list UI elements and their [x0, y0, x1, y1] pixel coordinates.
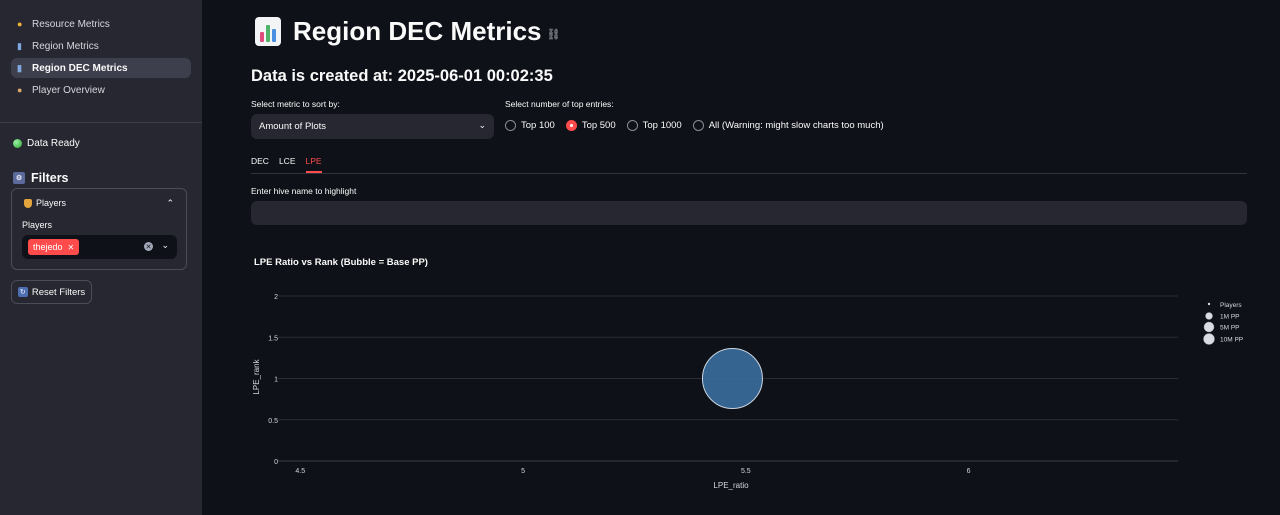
legend-entry: 5M PP — [1220, 325, 1240, 332]
player-tag-label: thejedo — [33, 242, 63, 252]
sidebar-nav: ● Resource Metrics ▮ Region Metrics ▮ Re… — [0, 0, 202, 100]
legend-title: Players — [1220, 302, 1242, 309]
lpe-scatter-chart: LPE Ratio vs Rank (Bubble = Base PP) 0 0.… — [252, 257, 1243, 490]
x-tick-label: 6 — [967, 468, 971, 475]
page-title-row: Region DEC Metrics ⛓ — [255, 16, 560, 47]
reset-filters-label: Reset Filters — [31, 286, 86, 298]
y-tick-label: 0.5 — [268, 418, 278, 425]
yellow-circle-icon: ● — [17, 19, 23, 29]
refresh-icon: ↻ — [17, 287, 28, 297]
x-tick-label: 5 — [521, 468, 525, 475]
x-axis-ticks: 4.5 5 5.5 6 — [295, 468, 970, 475]
data-created-heading: Data is created at: 2025-06-01 00:02:35 — [251, 67, 553, 85]
sort-metric-label: Select metric to sort by: — [251, 99, 340, 109]
nav-item-label: Region DEC Metrics — [32, 62, 128, 74]
y-tick-label: 1 — [274, 377, 278, 384]
x-tick-label: 5.5 — [741, 468, 751, 475]
top-entries-radio-group: Top 100 Top 500 Top 1000 All (Warning: m… — [505, 120, 895, 131]
nav-item-label: Resource Metrics — [32, 18, 110, 30]
chevron-down-icon[interactable]: ⌄ — [161, 240, 169, 251]
legend-marker — [1207, 302, 1211, 306]
chart-legend: Players 1M PP 5M PP 10M PP — [1203, 302, 1243, 345]
green-circle-icon — [13, 139, 22, 148]
radio-label: Top 100 — [521, 120, 555, 131]
highlight-label: Enter hive name to highlight — [251, 186, 357, 196]
people-icon: ● — [17, 85, 23, 95]
data-status-label: Data Ready — [27, 138, 80, 149]
nav-item-region-metrics[interactable]: ▮ Region Metrics — [11, 36, 191, 56]
radio-top-100[interactable]: Top 100 — [505, 120, 555, 131]
sort-metric-select[interactable]: Amount of Plots ⌄ — [251, 114, 494, 139]
radio-circle-selected — [565, 120, 577, 131]
y-axis-label: LPE_rank — [252, 358, 261, 394]
clear-icon[interactable]: ✕ — [144, 242, 153, 251]
radio-label: All (Warning: might slow charts too much… — [708, 120, 884, 131]
chevron-down-icon: ⌄ — [478, 120, 486, 130]
y-tick-label: 1.5 — [268, 335, 278, 342]
sidebar: ● Resource Metrics ▮ Region Metrics ▮ Re… — [0, 0, 202, 515]
nav-item-resource-metrics[interactable]: ● Resource Metrics — [11, 14, 191, 34]
chart-title: LPE Ratio vs Rank (Bubble = Base PP) — [254, 257, 428, 268]
y-tick-label: 0 — [274, 459, 278, 466]
players-expander: Players ⌃ Players thejedo ✕ ✕ ⌄ — [11, 188, 187, 270]
radio-label: Top 1000 — [642, 120, 682, 131]
bar-chart-icon — [255, 17, 281, 46]
radio-all[interactable]: All (Warning: might slow charts too much… — [692, 120, 884, 131]
radio-label: Top 500 — [581, 120, 616, 131]
metric-tabs: DEC LCE LPE — [251, 155, 1247, 174]
tab-lce[interactable]: LCE — [279, 155, 296, 173]
filters-heading: ⚙ Filters — [13, 171, 202, 185]
nav-item-label: Region Metrics — [32, 40, 99, 52]
reset-filters-button[interactable]: ↻ Reset Filters — [11, 280, 92, 304]
radio-circle — [626, 120, 638, 131]
legend-entry: 1M PP — [1220, 314, 1240, 321]
shield-icon — [24, 198, 32, 208]
nav-item-player-overview[interactable]: ● Player Overview — [11, 80, 191, 100]
players-expander-header[interactable]: Players ⌃ — [12, 189, 186, 217]
x-tick-label: 4.5 — [295, 468, 305, 475]
hive-highlight-input[interactable] — [251, 201, 1247, 225]
y-axis-ticks: 0 0.5 1 1.5 2 — [268, 294, 278, 466]
control-knobs-icon: ⚙ — [13, 172, 25, 184]
filters-title: Filters — [31, 171, 69, 185]
legend-marker — [1203, 333, 1215, 345]
bar-chart-icon: ▮ — [17, 40, 22, 51]
nav-item-region-dec-metrics[interactable]: ▮ Region DEC Metrics — [11, 58, 191, 78]
tab-dec[interactable]: DEC — [251, 155, 269, 173]
nav-item-label: Player Overview — [32, 84, 105, 96]
y-tick-label: 2 — [274, 294, 278, 301]
players-label: Players — [22, 220, 53, 230]
top-entries-label: Select number of top entries: — [505, 99, 614, 109]
radio-circle — [692, 120, 704, 131]
page-title: Region DEC Metrics — [293, 16, 542, 46]
legend-entry: 10M PP — [1220, 337, 1243, 344]
radio-circle — [505, 120, 516, 131]
tab-lpe[interactable]: LPE — [305, 155, 322, 173]
sort-metric-value: Amount of Plots — [259, 121, 327, 132]
x-axis-label: LPE_ratio — [713, 481, 749, 490]
chevron-up-icon[interactable]: ⌃ — [166, 198, 174, 209]
tag-remove-icon[interactable]: ✕ — [68, 243, 75, 252]
data-status: Data Ready — [13, 138, 202, 149]
legend-marker — [1205, 312, 1213, 320]
main-content: Region DEC Metrics ⛓ Data is created at:… — [202, 0, 1280, 515]
player-tag: thejedo ✕ — [28, 239, 80, 255]
bar-chart-icon: ▮ — [17, 62, 22, 73]
radio-top-500[interactable]: Top 500 — [565, 120, 616, 131]
players-multiselect[interactable]: thejedo ✕ ✕ ⌄ — [22, 235, 177, 259]
link-icon[interactable]: ⛓ — [547, 28, 561, 41]
players-expander-title: Players — [36, 198, 67, 208]
bubble-point[interactable] — [701, 348, 763, 409]
chart-points — [701, 348, 763, 409]
legend-marker — [1203, 321, 1215, 333]
radio-top-1000[interactable]: Top 1000 — [626, 120, 682, 131]
sidebar-divider — [0, 122, 202, 123]
